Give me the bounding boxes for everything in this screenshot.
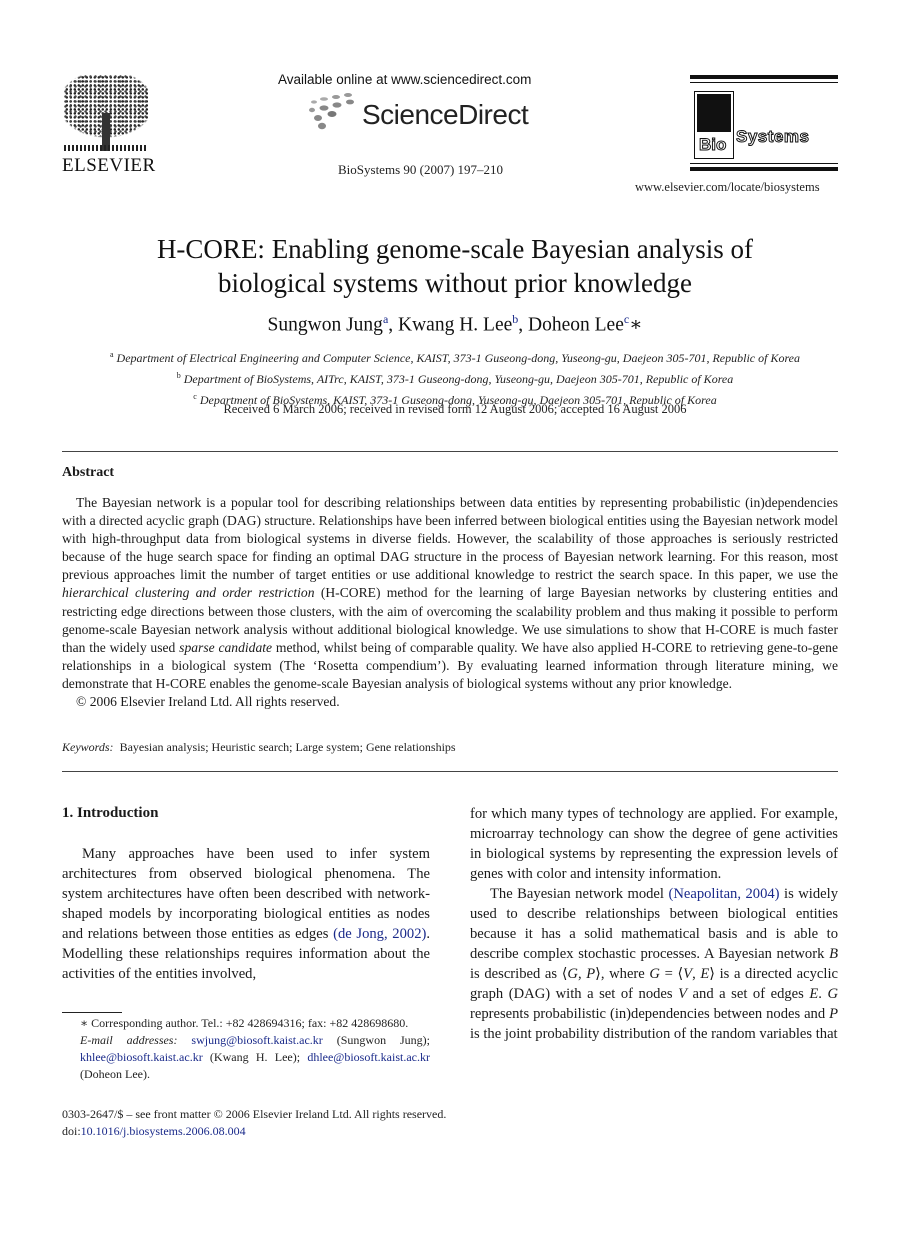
affiliation-text: Department of BioSystems, AITrc, KAIST, … xyxy=(183,372,734,386)
biosystems-journal-logo: Bio Systems xyxy=(690,75,838,175)
email-owner: (Doheon Lee). xyxy=(80,1067,150,1081)
logo-rule xyxy=(690,163,838,164)
author-list: Sungwon Junga, Kwang H. Leeb, Doheon Lee… xyxy=(60,312,850,337)
math-var: P xyxy=(829,1006,838,1022)
left-column: Many approaches have been used to infer … xyxy=(62,844,430,984)
email-owner: (Kwang H. Lee); xyxy=(202,1050,308,1064)
publisher-name: ELSEVIER xyxy=(62,155,156,176)
footnotes: ∗ Corresponding author. Tel.: +82 428694… xyxy=(62,1015,430,1083)
logo-rule xyxy=(690,167,838,171)
math-var: E xyxy=(700,966,710,982)
doi-line: doi:10.1016/j.biosystems.2006.08.004 xyxy=(62,1123,446,1140)
front-matter: 0303-2647/$ – see front matter © 2006 El… xyxy=(62,1106,446,1140)
author-separator: , xyxy=(518,314,529,336)
logo-rule xyxy=(690,75,838,79)
keywords-list: Bayesian analysis; Heuristic search; Lar… xyxy=(119,740,456,754)
doi-link[interactable]: 10.1016/j.biosystems.2006.08.004 xyxy=(81,1124,246,1138)
doi-label: doi: xyxy=(62,1124,81,1138)
journal-reference: BioSystems 90 (2007) 197–210 xyxy=(338,162,504,177)
divider xyxy=(62,771,838,772)
corresponding-author-note: ∗ Corresponding author. Tel.: +82 428694… xyxy=(80,1016,409,1030)
elsevier-ground xyxy=(64,145,148,151)
body-text: ⟩, where xyxy=(595,966,650,982)
email-label: E-mail addresses: xyxy=(80,1033,178,1047)
sciencedirect-wordmark: ScienceDirect xyxy=(362,99,529,130)
abstract-emphasis: sparse candidate xyxy=(179,639,273,655)
logo-rule xyxy=(690,82,838,83)
body-text: = ⟨ xyxy=(659,966,684,982)
title-line: biological systems without prior knowled… xyxy=(218,268,692,298)
affiliation-item: b Department of BioSystems, AITrc, KAIST,… xyxy=(60,367,850,388)
keywords-label: Keywords: xyxy=(62,740,114,754)
sciencedirect-dots-icon xyxy=(309,93,354,130)
math-var: B xyxy=(829,946,838,962)
abstract-heading: Abstract xyxy=(62,465,115,480)
abstract-text: The Bayesian network is a popular tool f… xyxy=(62,495,838,583)
copyright-notice: © 2006 Elsevier Ireland Ltd. All rights … xyxy=(76,694,340,710)
body-text: represents probabilistic (in)dependencie… xyxy=(470,1006,830,1022)
body-paragraph: for which many types of technology are a… xyxy=(470,806,838,882)
affiliations: a Department of Electrical Engineering an… xyxy=(60,346,850,409)
logo-bio-text: Bio xyxy=(698,135,727,155)
journal-url-link[interactable]: www.elsevier.com/locate/biosystems xyxy=(635,180,820,195)
keywords: Keywords: Bayesian analysis; Heuristic se… xyxy=(62,740,456,755)
body-text: The Bayesian network model xyxy=(490,886,669,902)
email-link[interactable]: swjung@biosoft.kaist.ac.kr xyxy=(191,1033,322,1047)
author-name: Sungwon Jung xyxy=(267,314,383,336)
abstract-paragraph: The Bayesian network is a popular tool f… xyxy=(62,494,838,693)
section-heading: 1. Introduction xyxy=(62,805,159,821)
affiliation-text: Department of Electrical Engineering and… xyxy=(116,351,800,365)
corresponding-author-mark[interactable]: ∗ xyxy=(629,315,642,336)
abstract-emphasis: hierarchical clustering and order restri… xyxy=(62,585,315,601)
available-online-text: Available online at www.sciencedirect.co… xyxy=(278,72,532,87)
email-owner: (Sungwon Jung); xyxy=(322,1033,430,1047)
body-text: and a set of edges xyxy=(687,986,810,1002)
affiliation-mark: a xyxy=(109,350,114,359)
math-var: V xyxy=(683,966,693,982)
affiliation-mark: c xyxy=(193,392,197,401)
body-text: is the joint probability distribution of… xyxy=(470,1026,838,1042)
author-name: Doheon Lee xyxy=(528,314,624,336)
body-text: is described as ⟨ xyxy=(470,966,568,982)
math-var: G xyxy=(649,966,660,982)
email-link[interactable]: khlee@biosoft.kaist.ac.kr xyxy=(80,1050,203,1064)
paper-title: H-CORE: Enabling genome-scale Bayesian a… xyxy=(60,232,850,300)
footnote-divider xyxy=(62,1012,122,1013)
body-paragraph: The Bayesian network model (Neapolitan, … xyxy=(470,884,838,1044)
author-name: Kwang H. Lee xyxy=(398,314,513,336)
divider xyxy=(62,451,838,452)
body-paragraph: Many approaches have been used to infer … xyxy=(62,844,430,984)
logo-cover-image xyxy=(697,94,731,132)
abstract-body: The Bayesian network is a popular tool f… xyxy=(62,494,838,711)
affiliation-item: a Department of Electrical Engineering an… xyxy=(60,346,850,367)
logo-box: Bio xyxy=(694,91,734,159)
math-var: V xyxy=(678,986,688,1002)
issn-line: 0303-2647/$ – see front matter © 2006 El… xyxy=(62,1107,447,1121)
title-line: H-CORE: Enabling genome-scale Bayesian a… xyxy=(156,234,754,264)
email-addresses: E-mail addresses: swjung@biosoft.kaist.a… xyxy=(62,1032,430,1083)
author-separator: , xyxy=(388,314,399,336)
math-var: G xyxy=(827,986,838,1002)
math-var: G xyxy=(567,966,578,982)
affiliation-mark: b xyxy=(176,371,181,380)
right-column: for which many types of technology are a… xyxy=(470,804,838,1044)
citation-link[interactable]: (Neapolitan, 2004) xyxy=(668,886,779,902)
elsevier-logo: ELSEVIER xyxy=(62,75,155,176)
citation-link[interactable]: (de Jong, 2002) xyxy=(333,926,426,942)
received-dates: Received 6 March 2006; received in revis… xyxy=(223,402,687,416)
email-link[interactable]: dhlee@biosoft.kaist.ac.kr xyxy=(307,1050,430,1064)
math-var: P xyxy=(586,966,596,982)
math-var: E xyxy=(809,986,819,1002)
logo-systems-text: Systems xyxy=(735,127,810,147)
body-text: , xyxy=(577,966,587,982)
